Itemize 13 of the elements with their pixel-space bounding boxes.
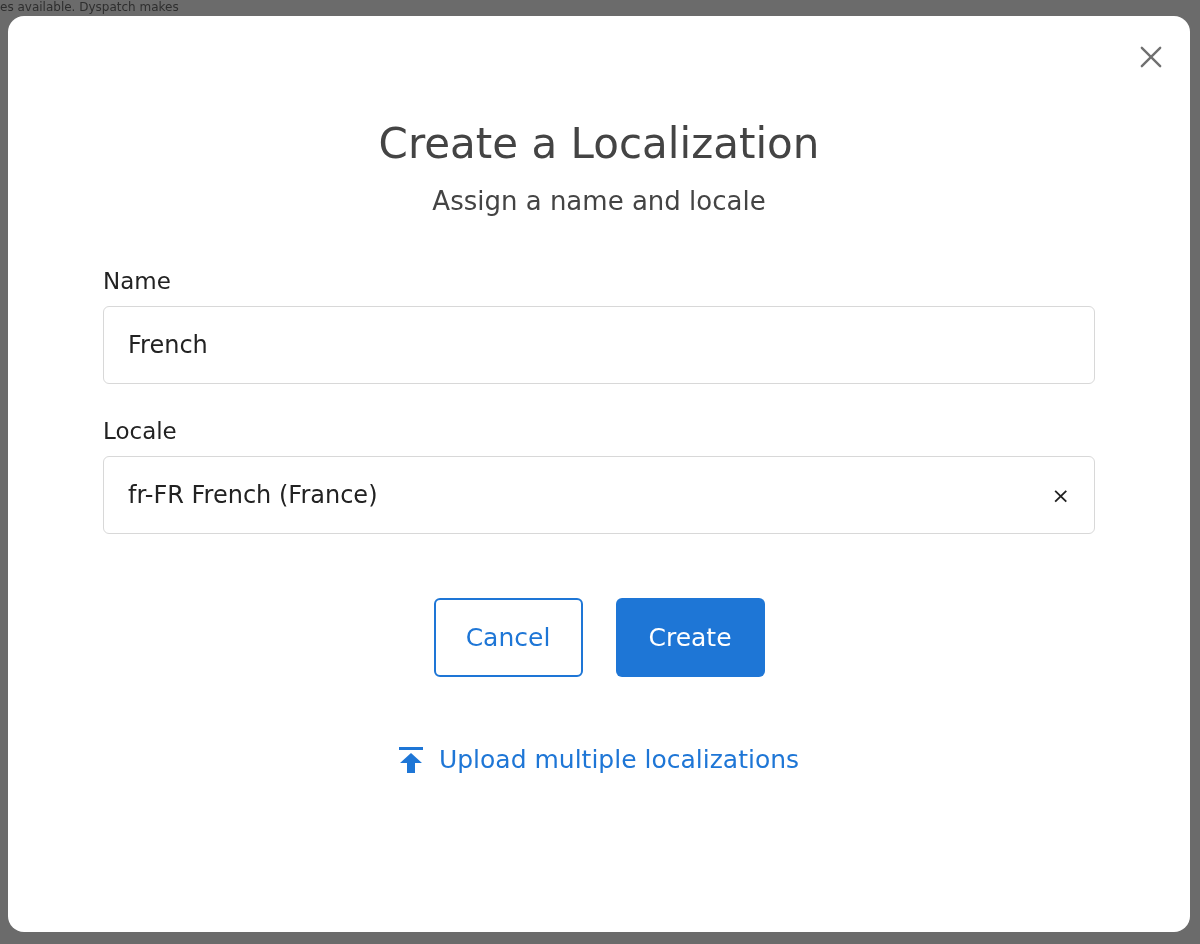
field-label: Locale bbox=[103, 417, 178, 446]
dialog-subtitle: Assign a name and locale bbox=[431, 185, 767, 218]
clear-button[interactable]: × bbox=[1051, 482, 1070, 508]
dialog-title: Create a Localization bbox=[377, 118, 821, 170]
cancel-button[interactable]: Cancel bbox=[433, 598, 583, 677]
field-label: Name bbox=[103, 267, 172, 296]
locale-select[interactable]: fr-FR French (France) × bbox=[103, 456, 1095, 534]
background-text: es available. Dyspatch makes bbox=[0, 0, 180, 15]
close-icon[interactable] bbox=[1140, 46, 1162, 68]
upload-icon[interactable] bbox=[398, 746, 423, 773]
name-input[interactable]: French bbox=[103, 306, 1095, 384]
upload-link[interactable]: Upload multiple localizations bbox=[438, 745, 800, 774]
create-button[interactable]: Create bbox=[615, 598, 765, 677]
